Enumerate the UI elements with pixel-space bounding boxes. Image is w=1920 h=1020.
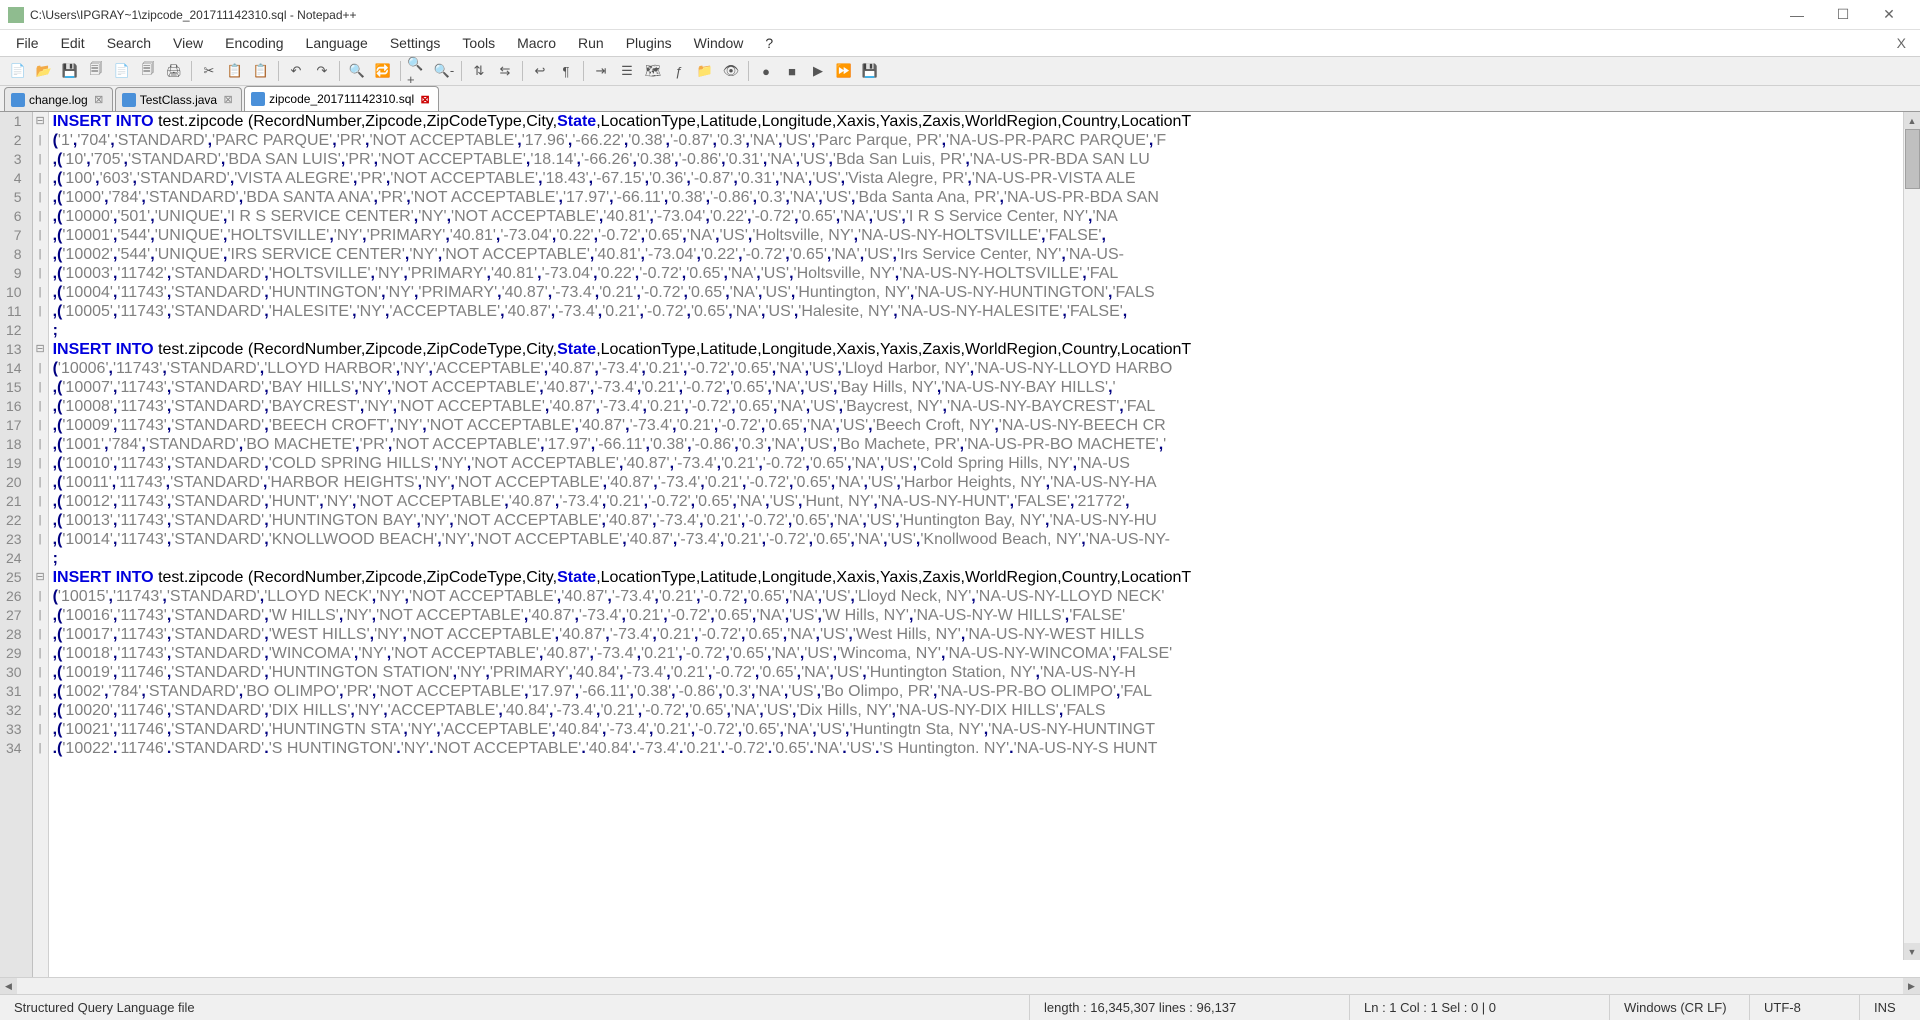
zoom-in-icon[interactable]: 🔍+	[406, 59, 430, 83]
func-list-icon[interactable]: ☰	[615, 59, 639, 83]
stop-icon[interactable]: ■	[780, 59, 804, 83]
paste-icon[interactable]: 📋	[249, 59, 273, 83]
tab-label: change.log	[29, 93, 88, 107]
close-file-icon[interactable]: 📄	[110, 59, 134, 83]
invisible-icon[interactable]: ¶	[554, 59, 578, 83]
status-encoding: UTF-8	[1750, 995, 1860, 1020]
play-icon[interactable]: ▶	[806, 59, 830, 83]
vertical-scrollbar[interactable]: ▲ ▼	[1903, 112, 1920, 960]
undo-icon[interactable]: ↶	[284, 59, 308, 83]
status-mode: INS	[1860, 995, 1920, 1020]
open-icon[interactable]: 📂	[32, 59, 56, 83]
save-macro-icon[interactable]: 💾	[858, 59, 882, 83]
menu-plugins[interactable]: Plugins	[616, 32, 682, 54]
menu-language[interactable]: Language	[296, 32, 378, 54]
tab-zipcode-sql[interactable]: zipcode_201711142310.sql ⊠	[244, 86, 439, 111]
tab-close-icon[interactable]: ⊠	[221, 93, 235, 107]
menu-window[interactable]: Window	[684, 32, 754, 54]
doc-map-icon[interactable]: 🗺	[641, 59, 665, 83]
func-icon[interactable]: ƒ	[667, 59, 691, 83]
scroll-down-icon[interactable]: ▼	[1904, 943, 1920, 960]
replace-icon[interactable]: 🔁	[371, 59, 395, 83]
editor[interactable]: 1234567891011121314151617181920212223242…	[0, 112, 1920, 977]
menu-settings[interactable]: Settings	[380, 32, 451, 54]
tab-close-icon[interactable]: ⊠	[92, 93, 106, 107]
new-icon[interactable]: 📄	[6, 59, 30, 83]
menu-bar: File Edit Search View Encoding Language …	[0, 30, 1920, 56]
menu-file[interactable]: File	[6, 32, 49, 54]
file-icon	[122, 93, 136, 107]
record-icon[interactable]: ●	[754, 59, 778, 83]
tab-label: TestClass.java	[140, 93, 217, 107]
tab-bar: change.log ⊠ TestClass.java ⊠ zipcode_20…	[0, 86, 1920, 112]
print-icon[interactable]: 🖨	[162, 59, 186, 83]
scroll-left-icon[interactable]: ◀	[0, 978, 17, 994]
zoom-out-icon[interactable]: 🔍-	[432, 59, 456, 83]
code-area[interactable]: INSERT INTO test.zipcode (RecordNumber,Z…	[49, 112, 1920, 977]
tab-change-log[interactable]: change.log ⊠	[4, 87, 113, 111]
app-icon	[8, 7, 24, 23]
status-eol: Windows (CR LF)	[1610, 995, 1750, 1020]
file-icon	[11, 93, 25, 107]
sync-h-icon[interactable]: ⇆	[493, 59, 517, 83]
menu-close-x[interactable]: X	[1889, 32, 1914, 54]
menu-help[interactable]: ?	[755, 32, 783, 54]
cut-icon[interactable]: ✂	[197, 59, 221, 83]
save-all-icon[interactable]: 🗐	[84, 59, 108, 83]
find-icon[interactable]: 🔍	[345, 59, 369, 83]
tab-label: zipcode_201711142310.sql	[269, 92, 414, 106]
menu-run[interactable]: Run	[568, 32, 614, 54]
status-language: Structured Query Language file	[0, 995, 1030, 1020]
scroll-up-icon[interactable]: ▲	[1904, 112, 1920, 129]
monitor-icon[interactable]: 👁	[719, 59, 743, 83]
close-all-icon[interactable]: 🗐	[136, 59, 160, 83]
fold-margin[interactable]: ⊟||||||||||⊟||||||||||⊟|||||||||	[33, 112, 49, 977]
status-bar: Structured Query Language file length : …	[0, 994, 1920, 1020]
folder-icon[interactable]: 📁	[693, 59, 717, 83]
tab-close-icon[interactable]: ⊠	[418, 92, 432, 106]
status-position: Ln : 1 Col : 1 Sel : 0 | 0	[1350, 995, 1610, 1020]
menu-encoding[interactable]: Encoding	[215, 32, 293, 54]
scroll-thumb[interactable]	[1905, 129, 1920, 189]
play-multi-icon[interactable]: ⏩	[832, 59, 856, 83]
menu-tools[interactable]: Tools	[452, 32, 505, 54]
file-icon	[251, 92, 265, 106]
copy-icon[interactable]: 📋	[223, 59, 247, 83]
menu-macro[interactable]: Macro	[507, 32, 566, 54]
menu-search[interactable]: Search	[97, 32, 161, 54]
toolbar: 📄 📂 💾 🗐 📄 🗐 🖨 ✂ 📋 📋 ↶ ↷ 🔍 🔁 🔍+ 🔍- ⇅ ⇆ ↩ …	[0, 56, 1920, 86]
scroll-right-icon[interactable]: ▶	[1903, 978, 1920, 994]
status-length: length : 16,345,307 lines : 96,137	[1030, 995, 1350, 1020]
menu-edit[interactable]: Edit	[51, 32, 95, 54]
save-icon[interactable]: 💾	[58, 59, 82, 83]
minimize-button[interactable]: —	[1774, 0, 1820, 30]
tab-testclass[interactable]: TestClass.java ⊠	[115, 87, 242, 111]
horizontal-scrollbar[interactable]: ◀ ▶	[0, 977, 1920, 994]
title-bar: C:\Users\IPGRAY~1\zipcode_201711142310.s…	[0, 0, 1920, 30]
wrap-icon[interactable]: ↩	[528, 59, 552, 83]
indent-icon[interactable]: ⇥	[589, 59, 613, 83]
line-number-gutter: 1234567891011121314151617181920212223242…	[0, 112, 33, 977]
maximize-button[interactable]: ☐	[1820, 0, 1866, 30]
close-button[interactable]: ✕	[1866, 0, 1912, 30]
menu-view[interactable]: View	[163, 32, 213, 54]
window-title: C:\Users\IPGRAY~1\zipcode_201711142310.s…	[30, 8, 1774, 22]
redo-icon[interactable]: ↷	[310, 59, 334, 83]
sync-v-icon[interactable]: ⇅	[467, 59, 491, 83]
